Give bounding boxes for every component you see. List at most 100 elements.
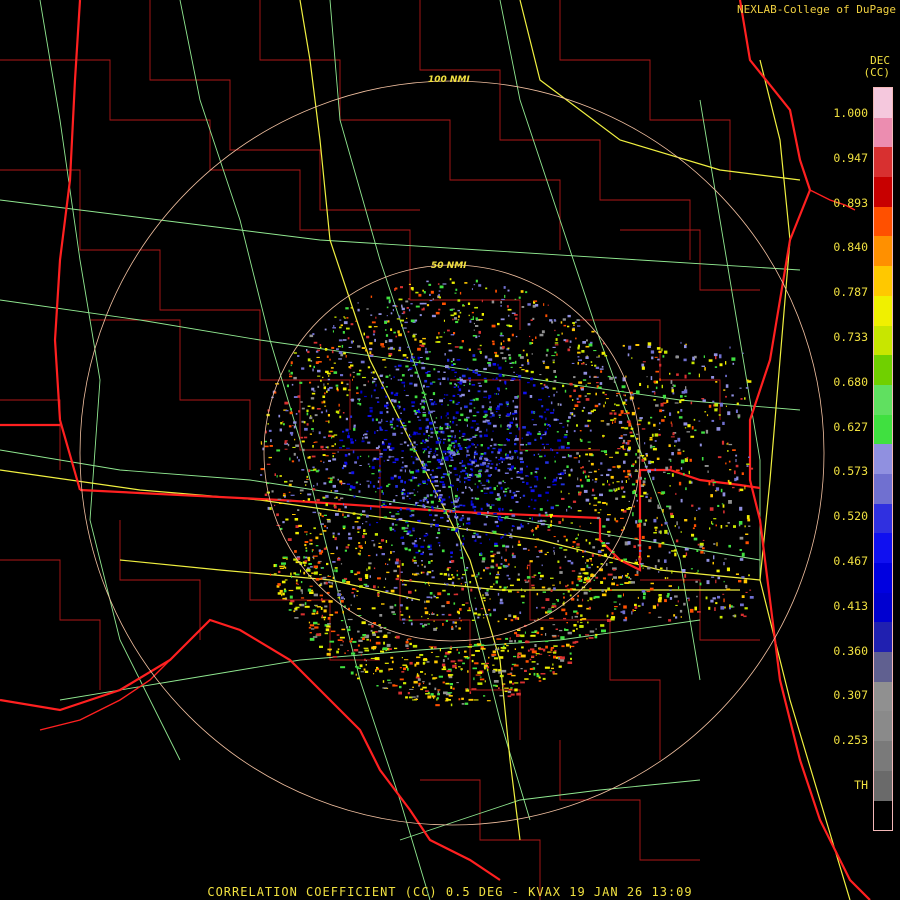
echo-speckle — [480, 608, 484, 610]
echo-speckle — [413, 544, 418, 548]
echo-speckle — [677, 411, 680, 414]
echo-speckle — [665, 466, 669, 471]
echo-speckle — [512, 682, 515, 685]
legend-color-swatch — [874, 711, 892, 742]
echo-speckle — [496, 551, 501, 554]
echo-speckle — [423, 682, 425, 684]
echo-speckle — [399, 469, 403, 472]
echo-speckle — [388, 299, 391, 303]
echo-speckle — [494, 351, 498, 354]
echo-speckle — [297, 583, 299, 585]
echo-speckle — [494, 545, 499, 547]
echo-speckle — [480, 444, 483, 447]
echo-speckle — [738, 488, 740, 492]
echo-speckle — [609, 456, 613, 458]
echo-speckle — [374, 431, 376, 434]
echo-speckle — [534, 485, 538, 488]
echo-speckle — [457, 309, 460, 312]
echo-speckle — [471, 461, 475, 464]
echo-speckle — [457, 578, 461, 580]
echo-speckle — [362, 437, 364, 440]
echo-speckle — [455, 417, 457, 419]
legend-tick-2: 0.893 — [833, 195, 868, 210]
echo-speckle — [350, 441, 354, 444]
echo-speckle — [714, 607, 716, 611]
echo-speckle — [364, 658, 366, 661]
echo-speckle — [491, 340, 495, 343]
echo-speckle — [505, 548, 507, 552]
echo-speckle — [634, 603, 637, 607]
echo-speckle — [471, 497, 474, 499]
echo-speckle — [605, 398, 609, 400]
echo-speckle — [446, 412, 449, 416]
legend-color-swatch — [874, 652, 892, 682]
echo-speckle — [655, 404, 659, 407]
echo-speckle — [471, 619, 475, 621]
echo-speckle — [406, 532, 410, 535]
echo-speckle — [568, 473, 571, 477]
echo-speckle — [484, 414, 488, 416]
echo-speckle — [352, 450, 355, 454]
echo-speckle — [572, 629, 575, 632]
echo-speckle — [514, 688, 518, 692]
echo-speckle — [500, 373, 502, 375]
echo-speckle — [386, 296, 391, 300]
echo-speckle — [582, 341, 586, 344]
echo-speckle — [529, 432, 532, 436]
echo-speckle — [533, 300, 538, 302]
echo-speckle — [339, 415, 342, 419]
echo-speckle — [315, 545, 319, 547]
echo-speckle — [495, 411, 498, 413]
echo-speckle — [499, 674, 504, 678]
echo-speckle — [290, 494, 295, 496]
echo-speckle — [469, 437, 473, 440]
echo-speckle — [498, 687, 500, 689]
echo-speckle — [290, 371, 293, 375]
echo-speckle — [499, 334, 503, 336]
echo-speckle — [369, 575, 371, 578]
echo-speckle — [414, 456, 418, 458]
echo-speckle — [308, 563, 312, 565]
echo-speckle — [598, 354, 600, 357]
echo-speckle — [725, 462, 727, 465]
echo-speckle — [312, 511, 317, 514]
echo-speckle — [517, 573, 520, 576]
echo-speckle — [527, 564, 530, 566]
echo-speckle — [570, 657, 572, 660]
echo-speckle — [439, 572, 443, 575]
echo-speckle — [428, 561, 431, 564]
echo-speckle — [418, 293, 422, 297]
echo-speckle — [291, 575, 293, 578]
echo-speckle — [458, 315, 460, 318]
echo-speckle — [325, 546, 327, 549]
echo-speckle — [659, 567, 663, 570]
echo-speckle — [348, 346, 352, 348]
echo-speckle — [507, 690, 512, 693]
echo-speckle — [474, 662, 479, 665]
echo-speckle — [505, 401, 509, 404]
legend-color-swatch — [874, 147, 892, 178]
echo-speckle — [567, 590, 570, 593]
echo-speckle — [459, 549, 462, 551]
echo-speckle — [293, 425, 296, 429]
echo-speckle — [483, 396, 487, 398]
echo-speckle — [514, 314, 518, 316]
echo-speckle — [702, 539, 705, 541]
echo-speckle — [549, 319, 553, 322]
echo-speckle — [525, 291, 528, 294]
echo-speckle — [301, 367, 305, 370]
echo-speckle — [423, 506, 426, 509]
echo-speckle — [343, 321, 348, 325]
radar-map[interactable]: 50 NMI 100 NMI — [0, 0, 900, 900]
echo-speckle — [544, 553, 547, 556]
echo-speckle — [279, 428, 282, 432]
echo-speckle — [671, 423, 673, 427]
echo-speckle — [291, 460, 295, 463]
echo-speckle — [466, 367, 469, 371]
echo-speckle — [393, 569, 397, 573]
echo-speckle — [567, 631, 572, 635]
echo-speckle — [496, 638, 502, 640]
echo-speckle — [312, 333, 315, 336]
echo-speckle — [483, 377, 487, 379]
echo-speckle — [625, 410, 628, 413]
